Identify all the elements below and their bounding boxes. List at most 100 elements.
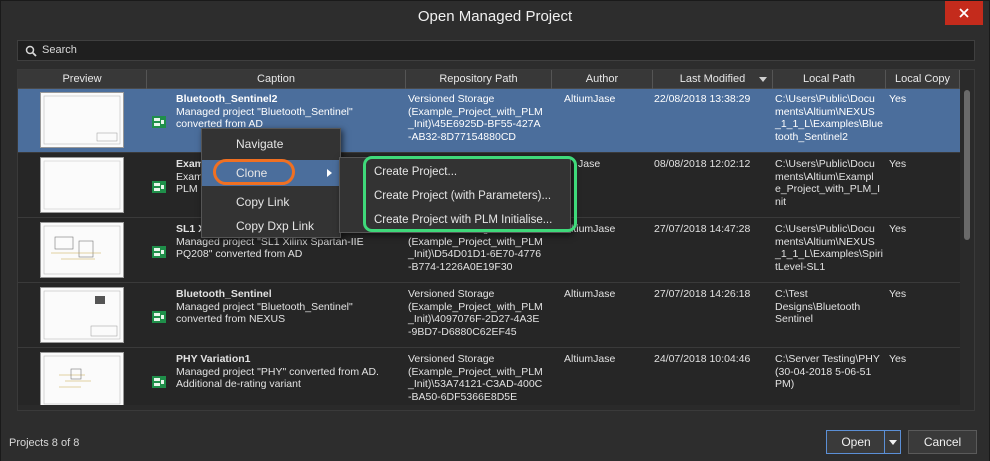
- author: AltiumJase: [564, 93, 616, 105]
- menu-item-copy-dxp-link[interactable]: Copy Dxp Link: [202, 213, 340, 239]
- preview-thumbnail: [40, 352, 124, 408]
- local-path: nit: [775, 195, 787, 208]
- caption-desc: Managed project "Bluetooth_Sentinel": [176, 300, 353, 313]
- chevron-down-icon: [889, 440, 897, 445]
- scrollbar-thumb[interactable]: [964, 90, 970, 240]
- open-dropdown-button[interactable]: [884, 430, 901, 454]
- repo-path: (Example_Project_with_PLM: [408, 365, 543, 378]
- local-path: Sentinel: [775, 313, 813, 325]
- project-count-status: Projects 8 of 8: [9, 437, 80, 449]
- title-bar: Open Managed Project: [1, 1, 989, 33]
- table-row[interactable]: Bluetooth_Sentinel2 Managed project "Blu…: [18, 89, 960, 153]
- column-header-local-path[interactable]: Local Path: [773, 70, 886, 89]
- local-copy: Yes: [889, 223, 907, 235]
- search-icon: [25, 45, 37, 57]
- last-modified: 08/08/2018 12:02:12: [654, 158, 751, 170]
- column-header-caption[interactable]: Caption: [147, 70, 406, 89]
- repo-path: _Init)\D54D01D1-6E70-4776: [408, 248, 542, 260]
- schematic-preview-image: [43, 160, 121, 210]
- local-path: ments\Altium\NEXUS: [775, 105, 875, 118]
- local-path: ments\Altium\NEXUS: [775, 235, 875, 248]
- open-button[interactable]: Open: [826, 430, 886, 454]
- search-bar[interactable]: Search: [17, 40, 975, 61]
- repo-path: Versioned Storage: [408, 353, 495, 365]
- last-modified: 24/07/2018 10:04:46: [654, 353, 751, 365]
- caption-title: Bluetooth_Sentinel2: [176, 93, 278, 105]
- caption-desc: converted from NEXUS: [176, 313, 286, 325]
- schematic-preview-image: [43, 290, 121, 340]
- preview-thumbnail: [40, 157, 124, 213]
- caption-title: Bluetooth_Sentinel: [176, 288, 272, 300]
- project-icon: [152, 181, 166, 193]
- column-header-last-modified[interactable]: Last Modified: [653, 70, 773, 89]
- caption-desc: Additional de-rating variant: [176, 378, 301, 390]
- column-header-repository-path[interactable]: Repository Path: [406, 70, 552, 89]
- project-icon: [152, 116, 166, 128]
- last-modified: 22/08/2018 13:38:29: [654, 93, 751, 105]
- submenu-highlight-ring: [363, 156, 577, 232]
- repo-path: -B774-1226A0E19F30: [408, 260, 513, 273]
- close-icon: [959, 8, 969, 18]
- caption-desc: Managed project "Bluetooth_Sentinel": [176, 105, 353, 118]
- last-modified: 27/07/2018 14:26:18: [654, 288, 751, 300]
- author: AltiumJase: [564, 288, 616, 300]
- project-icon: [152, 376, 166, 388]
- project-grid[interactable]: Preview Caption Repository Path Author L…: [17, 69, 975, 411]
- column-header-last-modified-label: Last Modified: [679, 73, 746, 85]
- repo-path: (Example_Project_with_PLM: [408, 300, 543, 313]
- local-path: C:\Users\Public\Docu: [775, 223, 875, 235]
- local-path: ments\Altium\Exampl: [775, 170, 874, 183]
- schematic-preview-image: [43, 355, 121, 405]
- repo-path: _Init)\4097076F-2D27-4A3E: [408, 313, 540, 325]
- local-copy: Yes: [889, 93, 907, 105]
- author: AltiumJase: [564, 353, 616, 365]
- local-path: (30-04-2018 5-06-51: [775, 365, 872, 378]
- dialog-title: Open Managed Project: [417, 8, 573, 25]
- column-header-preview[interactable]: Preview: [18, 70, 147, 89]
- close-button[interactable]: [945, 1, 983, 25]
- last-modified: 27/07/2018 14:47:28: [654, 223, 751, 235]
- open-managed-project-dialog: Open Managed Project Search Preview Capt…: [0, 0, 990, 461]
- local-copy: Yes: [889, 288, 907, 300]
- local-copy: Yes: [889, 158, 907, 170]
- project-icon: [152, 311, 166, 323]
- vertical-scrollbar[interactable]: [960, 70, 974, 410]
- repo-path: (Example_Project_with_PLM: [408, 235, 543, 248]
- repo-path: _Init)\53A74121-C3AD-400C: [408, 378, 543, 390]
- grid-header: Preview Caption Repository Path Author L…: [18, 70, 960, 89]
- menu-item-navigate[interactable]: Navigate: [202, 131, 340, 157]
- caption-desc: PQ208" converted from AD: [176, 248, 303, 260]
- column-header-local-copy[interactable]: Local Copy: [886, 70, 960, 89]
- preview-thumbnail: [40, 92, 124, 148]
- caption-desc: Managed project "PHY" converted from AD.: [176, 365, 379, 378]
- local-path: PM): [775, 378, 795, 390]
- caption-title: PHY Variation1: [176, 353, 251, 365]
- preview-thumbnail: [40, 222, 124, 278]
- local-path: tLevel-SL1: [775, 260, 826, 273]
- project-icon: [152, 246, 166, 258]
- author: AltiumJase: [564, 223, 616, 235]
- repo-path: Versioned Storage: [408, 93, 495, 105]
- repo-path: Versioned Storage: [408, 288, 495, 300]
- menu-item-copy-link[interactable]: Copy Link: [202, 189, 340, 215]
- sort-descending-icon: [759, 77, 767, 82]
- table-row[interactable]: Bluetooth_Sentinel Managed project "Blue…: [18, 284, 960, 348]
- table-row[interactable]: PHY Variation1 Managed project "PHY" con…: [18, 349, 960, 410]
- local-path: C:\Users\Public\Docu: [775, 93, 875, 105]
- repo-path: -9BD7-D6880C62EF45: [408, 325, 517, 338]
- local-path: C:\Test: [775, 288, 808, 300]
- dialog-footer: Projects 8 of 8 Open Cancel: [1, 419, 989, 461]
- repo-path: -AB32-8D77154880CD: [408, 130, 516, 143]
- cancel-button[interactable]: Cancel: [908, 430, 977, 454]
- repo-path: _Init)\45E6925D-BF55-427A: [408, 118, 541, 130]
- preview-thumbnail: [40, 287, 124, 343]
- schematic-preview-image: [43, 225, 121, 275]
- clone-highlight-ring: [213, 159, 295, 185]
- repo-path: (Example_Project_with_PLM: [408, 105, 543, 118]
- horizontal-scrollbar[interactable]: [18, 405, 960, 410]
- local-path: _1_1_L\Examples\Blue: [775, 118, 883, 130]
- local-path: C:\Users\Public\Docu: [775, 158, 875, 170]
- local-path: Designs\Bluetooth: [775, 300, 861, 313]
- column-header-author[interactable]: Author: [552, 70, 653, 89]
- local-path: _1_1_L\Examples\Spiri: [775, 248, 883, 260]
